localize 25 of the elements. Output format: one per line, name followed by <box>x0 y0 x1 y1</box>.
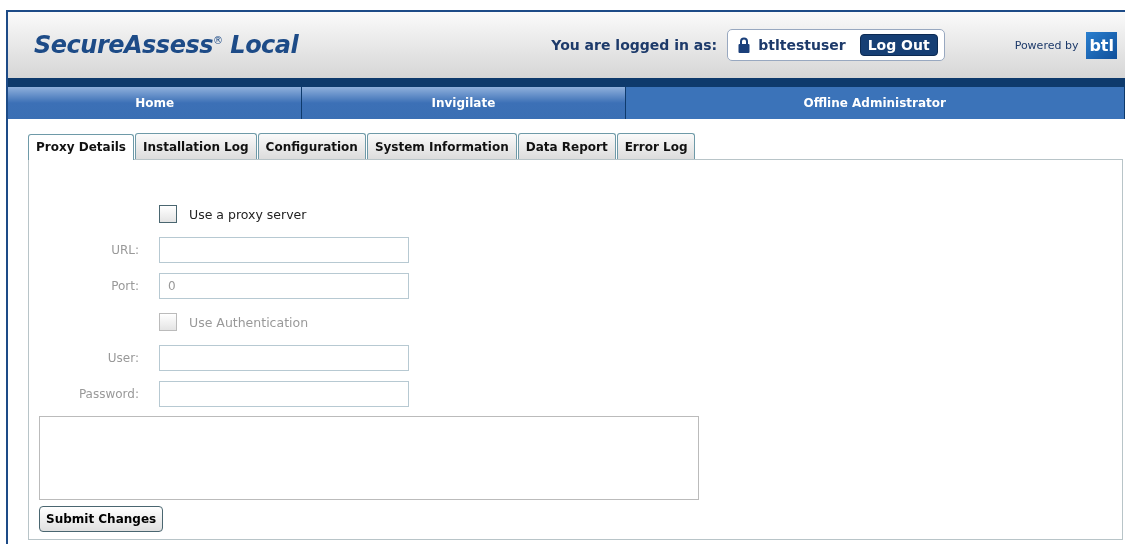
tab[interactable]: System Information <box>366 133 517 159</box>
tab[interactable]: Proxy Details <box>28 134 134 160</box>
checkbox-label: Use a proxy server <box>189 206 307 222</box>
submit-button[interactable]: Submit Changes <box>39 506 164 532</box>
nav-tab[interactable]: Home <box>8 87 303 119</box>
powered-by-label: Powered by <box>1014 38 1079 52</box>
checkbox-label: Use Authentication <box>189 314 309 330</box>
app-title: SecureAssess$^{®}$ Local <box>34 31 299 59</box>
field-label: User: <box>106 351 139 365</box>
lock-icon <box>738 37 751 53</box>
tab[interactable]: Data Report <box>517 133 616 159</box>
tab[interactable]: Installation Log <box>135 133 257 159</box>
logout-button[interactable]: Log Out <box>859 34 938 56</box>
tab[interactable]: Configuration <box>257 133 366 159</box>
field-label: Port: <box>110 279 139 293</box>
username: btltestuser <box>758 37 846 53</box>
logged-in-label: You are logged in as: <box>551 37 718 53</box>
field-label: Password: <box>77 387 139 401</box>
nav-tab[interactable]: Offline Administrator <box>625 87 1125 119</box>
nav-tab[interactable]: Invigilate <box>302 87 626 119</box>
checkbox[interactable] <box>159 205 177 223</box>
field-label: URL: <box>110 243 139 257</box>
logo: btl <box>1086 31 1117 59</box>
tab[interactable]: Error Log <box>616 133 696 159</box>
text-area[interactable] <box>39 416 699 500</box>
